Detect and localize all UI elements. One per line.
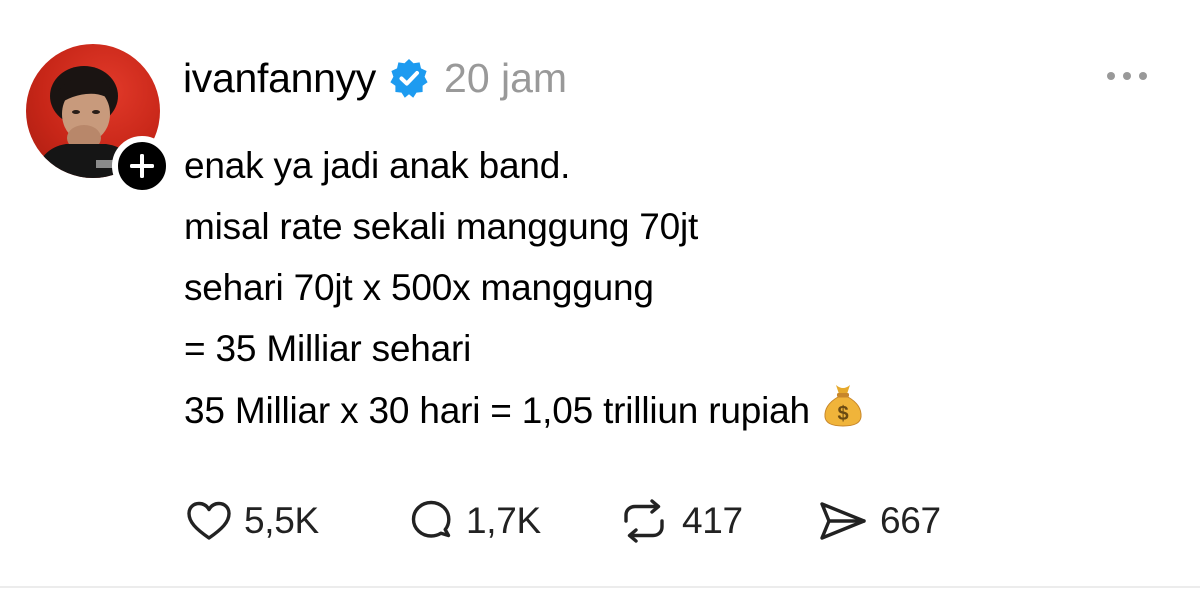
post-header: ivanfannyy 20 jam [183, 50, 567, 106]
post-line: misal rate sekali manggung 70jt [184, 206, 699, 247]
share-button[interactable]: 667 [818, 494, 941, 548]
money-bag-icon: $ [824, 385, 862, 427]
post-line: enak ya jadi anak band. [184, 145, 571, 186]
post-line: sehari 70jt x 500x manggung [184, 267, 654, 308]
post-body: enak ya jadi anak band. misal rate sekal… [184, 135, 1144, 441]
like-button[interactable]: 5,5K [186, 494, 319, 548]
reply-button[interactable]: 1,7K [408, 494, 541, 548]
svg-text:$: $ [837, 403, 848, 425]
post-line-text: 35 Milliar x 30 hari = 1,05 trilliun rup… [184, 390, 810, 431]
username-link[interactable]: ivanfannyy [183, 55, 376, 102]
comment-icon [411, 500, 451, 538]
share-count: 667 [880, 500, 941, 541]
repost-button[interactable]: 417 [618, 494, 743, 548]
repost-icon [624, 499, 664, 543]
send-icon [820, 502, 866, 540]
avatar-container[interactable] [26, 44, 172, 196]
repost-count: 417 [682, 500, 743, 541]
post-timestamp: 20 jam [444, 54, 568, 101]
heart-icon [187, 501, 231, 540]
verified-badge-icon [390, 59, 428, 98]
plus-icon [130, 154, 154, 178]
post-line: = 35 Milliar sehari [184, 328, 472, 369]
post-card: ivanfannyy 20 jam enak ya jadi anak band… [0, 0, 1200, 594]
divider [0, 586, 1200, 588]
more-options-icon[interactable] [1104, 64, 1150, 88]
like-count: 5,5K [244, 500, 319, 541]
post-line-last: 35 Milliar x 30 hari = 1,05 trilliun rup… [184, 379, 1144, 441]
follow-button[interactable] [112, 136, 172, 196]
reply-count: 1,7K [466, 500, 541, 541]
